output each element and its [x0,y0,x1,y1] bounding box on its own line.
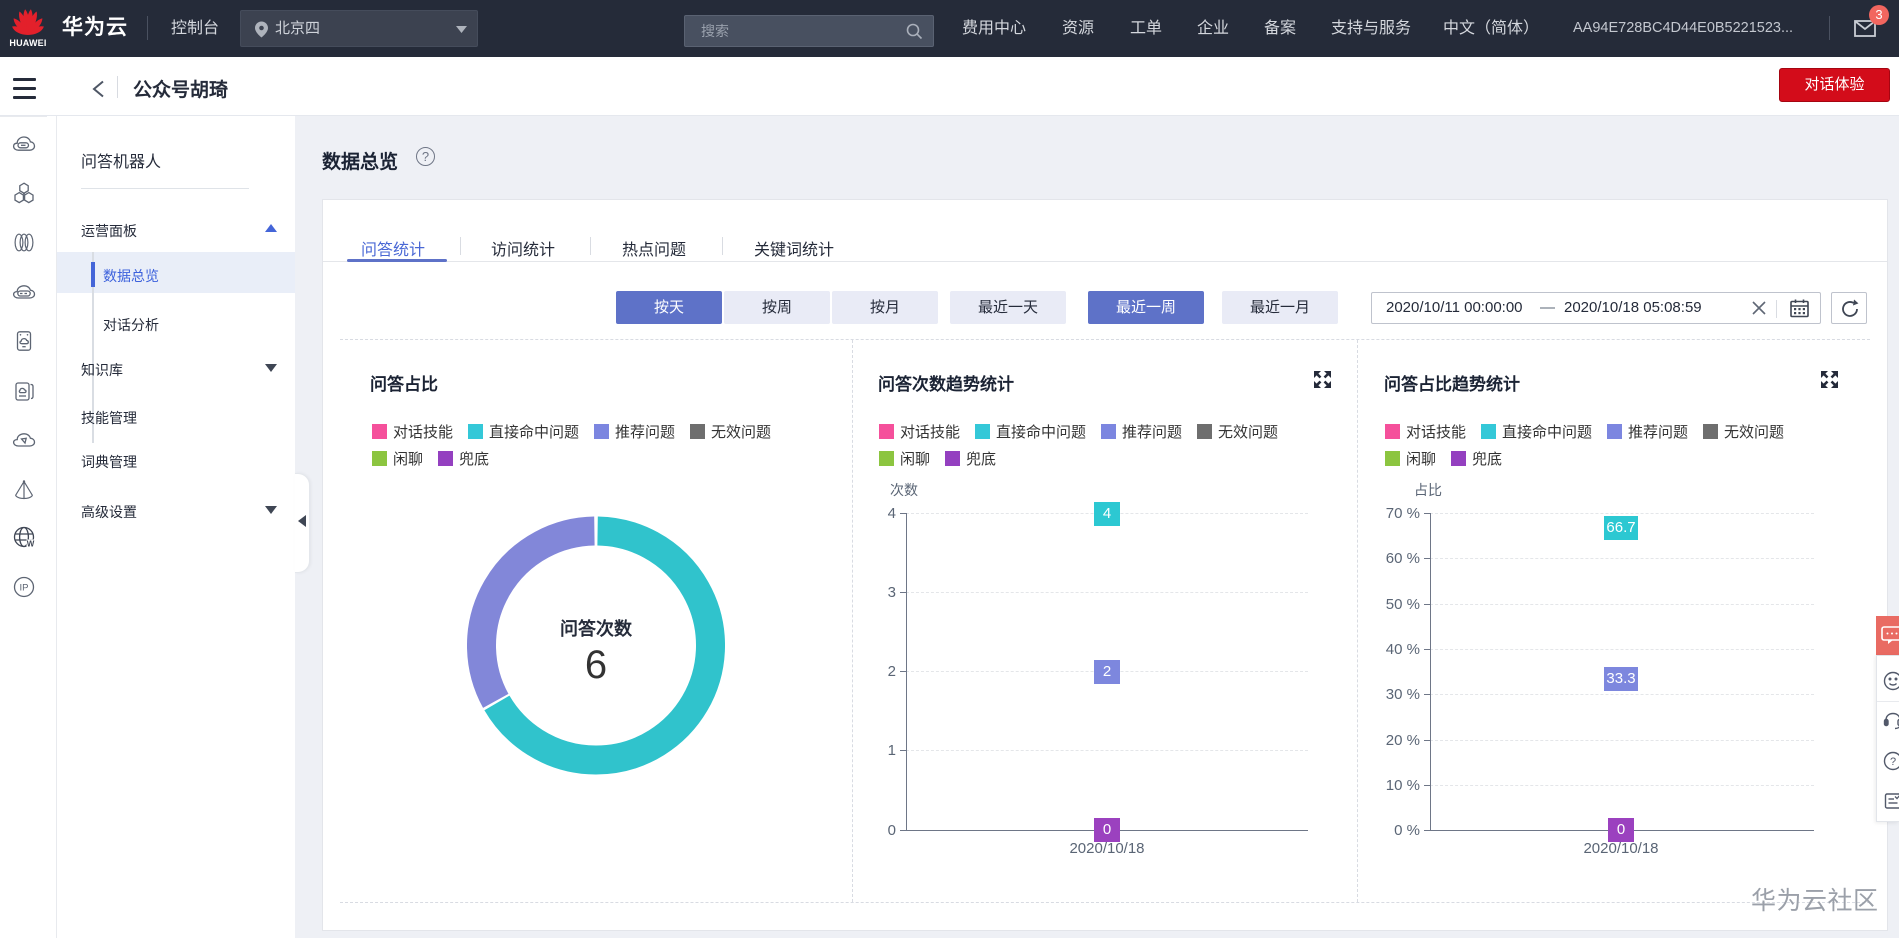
svg-text:?: ? [1890,756,1896,768]
svg-text:W: W [27,540,35,549]
svg-text:HUAWEI: HUAWEI [9,38,46,48]
svg-text:IP: IP [20,583,29,594]
